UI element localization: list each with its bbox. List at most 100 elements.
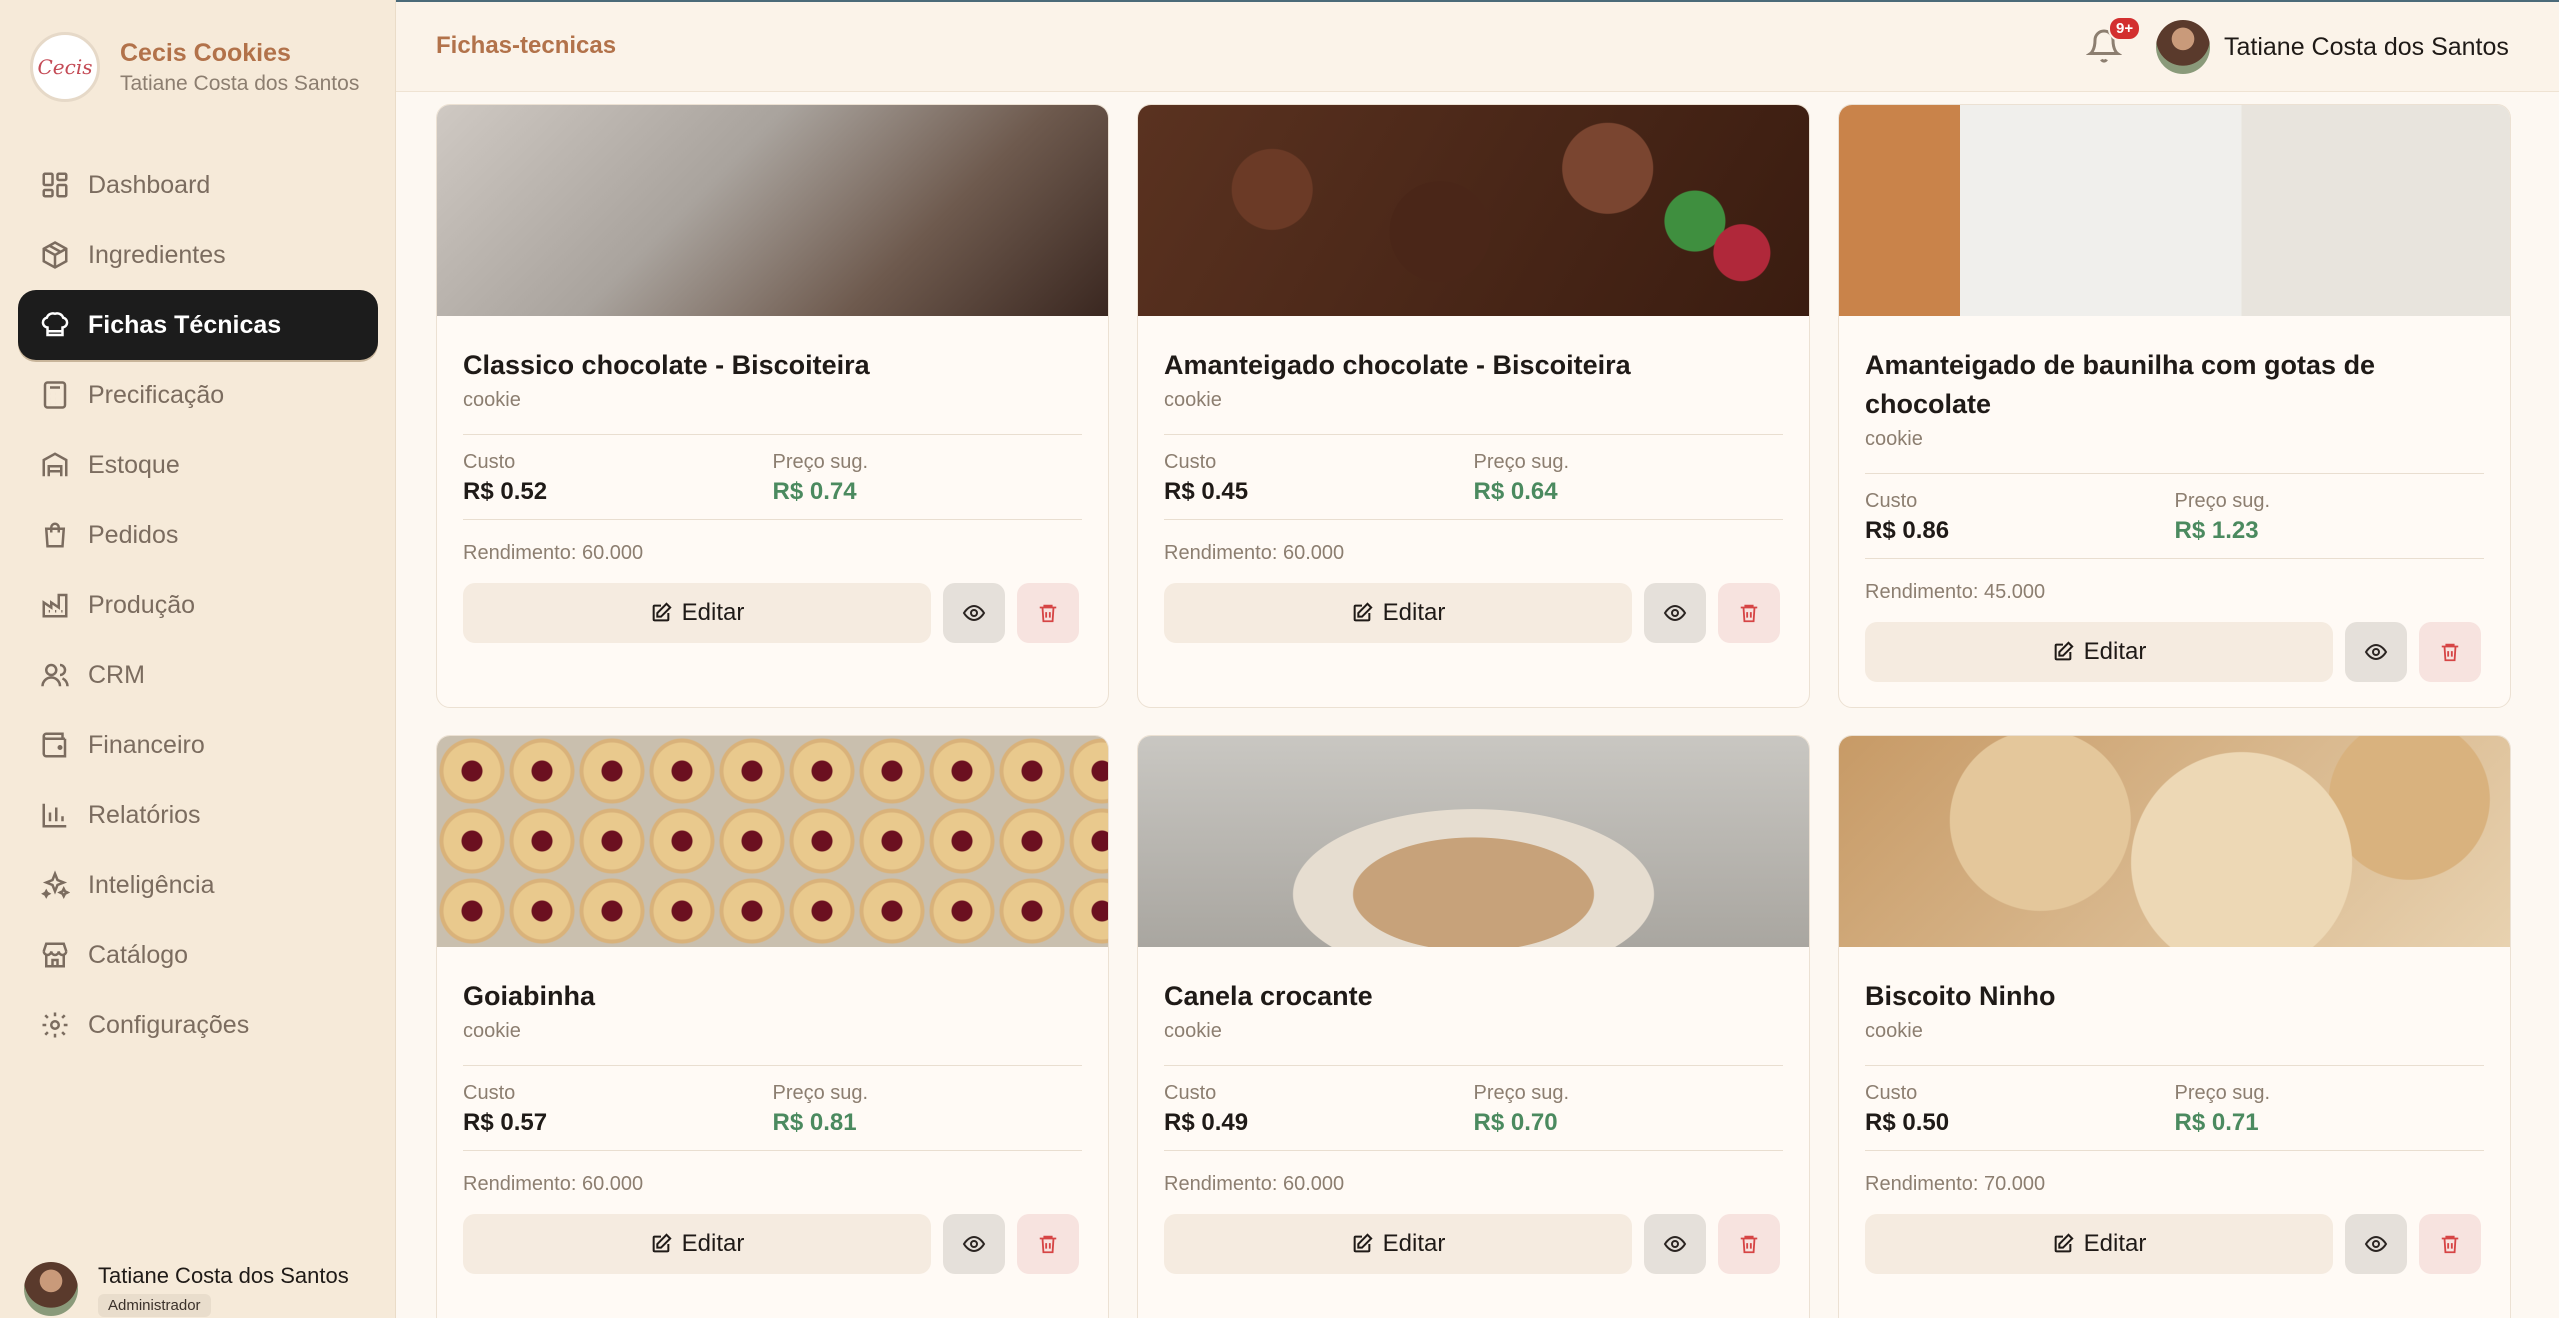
edit-button-label: Editar	[1382, 599, 1446, 626]
recipe-category: cookie	[1164, 389, 1222, 411]
view-button[interactable]	[943, 583, 1005, 643]
eye-icon	[2364, 643, 2388, 661]
recipe-yield: Rendimento: 60.000	[1164, 542, 1345, 564]
cost-label: Custo	[1865, 490, 1918, 512]
recipe-yield: Rendimento: 60.000	[1164, 1173, 1345, 1195]
sidebar-item-fichas-tecnicas[interactable]: Fichas Técnicas	[18, 290, 378, 360]
avatar	[24, 1262, 78, 1316]
view-button[interactable]	[1644, 1214, 1706, 1274]
sidebar: Cecis Cecis Cookies Tatiane Costa dos Sa…	[0, 0, 396, 1318]
sidebar-user[interactable]: Tatiane Costa dos Santos Administrador	[24, 1262, 349, 1317]
divider	[1865, 1065, 2484, 1066]
recipe-image	[1839, 105, 2510, 316]
brand-user-name: Tatiane Costa dos Santos	[120, 72, 360, 95]
edit-icon	[1353, 602, 1373, 622]
package-icon	[42, 241, 68, 269]
sidebar-item-estoque[interactable]: Estoque	[18, 430, 378, 500]
edit-button[interactable]: Editar	[1865, 1214, 2333, 1274]
brand-name: Cecis Cookies	[120, 39, 291, 67]
divider	[463, 519, 1082, 520]
cost-value: R$ 0.45	[1164, 478, 1249, 505]
price-row: Custo R$ 0.45 Preço sug. R$ 0.64	[1164, 451, 1783, 509]
cost-value: R$ 0.52	[463, 478, 548, 505]
delete-button[interactable]	[2419, 1214, 2481, 1274]
edit-button[interactable]: Editar	[463, 583, 931, 643]
cost-value: R$ 0.86	[1865, 517, 1950, 544]
sidebar-item-producao[interactable]: Produção	[18, 570, 378, 640]
view-button[interactable]	[2345, 622, 2407, 682]
delete-button[interactable]	[2419, 622, 2481, 682]
delete-button[interactable]	[1718, 583, 1780, 643]
card-actions: Editar	[1865, 622, 2484, 682]
recipe-yield: Rendimento: 60.000	[463, 1173, 644, 1195]
view-button[interactable]	[943, 1214, 1005, 1274]
cost-value: R$ 0.49	[1164, 1109, 1249, 1136]
suggested-price-label: Preço sug.	[1473, 1082, 1570, 1104]
delete-button[interactable]	[1017, 583, 1079, 643]
suggested-price-value: R$ 0.70	[1473, 1109, 1558, 1136]
suggested-price-label: Preço sug.	[772, 451, 869, 473]
brand[interactable]: Cecis Cecis Cookies Tatiane Costa dos Sa…	[30, 32, 359, 102]
recipe-image	[1138, 105, 1809, 316]
edit-icon	[652, 1233, 672, 1253]
price-row: Custo R$ 0.52 Preço sug. R$ 0.74	[463, 451, 1082, 509]
divider	[1164, 519, 1783, 520]
bar-chart-icon	[42, 803, 67, 828]
trash-icon	[1740, 604, 1758, 623]
chef-hat-icon	[41, 312, 69, 337]
header-user-menu[interactable]: Tatiane Costa dos Santos	[2156, 20, 2509, 74]
recipe-title: Canela crocante	[1164, 981, 1373, 1011]
cost-label: Custo	[1164, 1082, 1217, 1104]
notifications-button[interactable]: 9+	[2085, 16, 2142, 68]
delete-button[interactable]	[1718, 1214, 1780, 1274]
wallet-icon	[42, 732, 67, 758]
role-badge: Administrador	[98, 1294, 211, 1317]
recipe-category: cookie	[463, 1020, 521, 1042]
delete-button[interactable]	[1017, 1214, 1079, 1274]
edit-button[interactable]: Editar	[1164, 1214, 1632, 1274]
cost-label: Custo	[463, 451, 516, 473]
recipe-yield: Rendimento: 60.000	[463, 542, 644, 564]
suggested-price-label: Preço sug.	[2174, 490, 2271, 512]
sidebar-item-relatorios[interactable]: Relatórios	[18, 780, 378, 850]
sidebar-item-precificacao[interactable]: Precificação	[18, 360, 378, 430]
users-icon	[41, 663, 69, 687]
sidebar-item-inteligencia[interactable]: Inteligência	[18, 850, 378, 920]
card-actions: Editar	[463, 1214, 1082, 1274]
eye-icon	[2364, 1235, 2388, 1253]
sidebar-item-ingredientes[interactable]: Ingredientes	[18, 220, 378, 290]
sidebar-item-pedidos[interactable]: Pedidos	[18, 500, 378, 570]
eye-icon	[1663, 1235, 1687, 1253]
edit-button[interactable]: Editar	[1164, 583, 1632, 643]
sidebar-item-dashboard[interactable]: Dashboard	[18, 150, 378, 220]
view-button[interactable]	[1644, 583, 1706, 643]
edit-button[interactable]: Editar	[1865, 622, 2333, 682]
suggested-price-value: R$ 0.74	[772, 478, 857, 505]
edit-button[interactable]: Editar	[463, 1214, 931, 1274]
suggested-price-value: R$ 0.71	[2174, 1109, 2259, 1136]
sidebar-nav: Dashboard Ingredientes Fichas Técnicas P…	[18, 150, 378, 1060]
sidebar-item-label: Inteligência	[88, 870, 215, 899]
sidebar-item-configuracoes[interactable]: Configurações	[18, 990, 378, 1060]
cost-value: R$ 0.57	[463, 1109, 548, 1136]
sidebar-item-label: Dashboard	[88, 170, 211, 199]
sidebar-item-label: Fichas Técnicas	[88, 310, 282, 339]
sidebar-item-label: Catálogo	[88, 940, 189, 969]
page-title: Fichas-tecnicas	[436, 32, 617, 59]
edit-button-label: Editar	[681, 599, 745, 626]
divider	[1164, 1150, 1783, 1151]
sidebar-item-label: Precificação	[88, 380, 225, 409]
sidebar-item-label: Relatórios	[88, 800, 201, 829]
sidebar-item-crm[interactable]: CRM	[18, 640, 378, 710]
view-button[interactable]	[2345, 1214, 2407, 1274]
card-actions: Editar	[1164, 583, 1783, 643]
card-actions: Editar	[1164, 1214, 1783, 1274]
sidebar-item-financeiro[interactable]: Financeiro	[18, 710, 378, 780]
sidebar-item-label: Produção	[88, 590, 196, 619]
sidebar-item-label: Estoque	[88, 450, 180, 479]
sidebar-item-label: Financeiro	[88, 730, 205, 759]
eye-icon	[1663, 604, 1687, 622]
cost-value: R$ 0.50	[1865, 1109, 1950, 1136]
recipe-category: cookie	[463, 389, 521, 411]
sidebar-item-catalogo[interactable]: Catálogo	[18, 920, 378, 990]
